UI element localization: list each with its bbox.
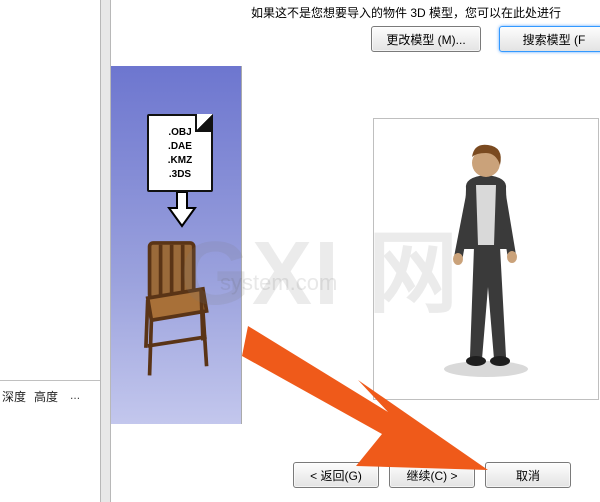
back-button[interactable]: < 返回(G)	[293, 462, 379, 488]
cancel-button[interactable]: 取消	[485, 462, 571, 488]
person-figure-icon	[416, 137, 556, 377]
file-extensions-text: .OBJ.DAE.KMZ.3DS	[149, 116, 211, 182]
properties-panel: 深度 高度 ...	[0, 0, 101, 502]
file-formats-icon: .OBJ.DAE.KMZ.3DS	[147, 114, 213, 192]
side-illustration: .OBJ.DAE.KMZ.3DS	[111, 66, 242, 424]
height-label: 高度	[34, 388, 58, 405]
panel-divider	[0, 380, 100, 381]
more-fields-indicator: ...	[70, 388, 80, 405]
search-model-button[interactable]: 搜索模型 (F	[499, 26, 600, 52]
chair-icon	[133, 236, 225, 386]
continue-button[interactable]: 继续(C) >	[389, 462, 475, 488]
model-preview	[373, 118, 599, 400]
depth-label: 深度	[2, 388, 26, 405]
instruction-text: 如果这不是您想要导入的物件 3D 模型，您可以在此处进行	[251, 4, 561, 21]
import-model-dialog: 如果这不是您想要导入的物件 3D 模型，您可以在此处进行 更改模型 (M)...…	[110, 0, 600, 502]
change-model-button[interactable]: 更改模型 (M)...	[371, 26, 481, 52]
